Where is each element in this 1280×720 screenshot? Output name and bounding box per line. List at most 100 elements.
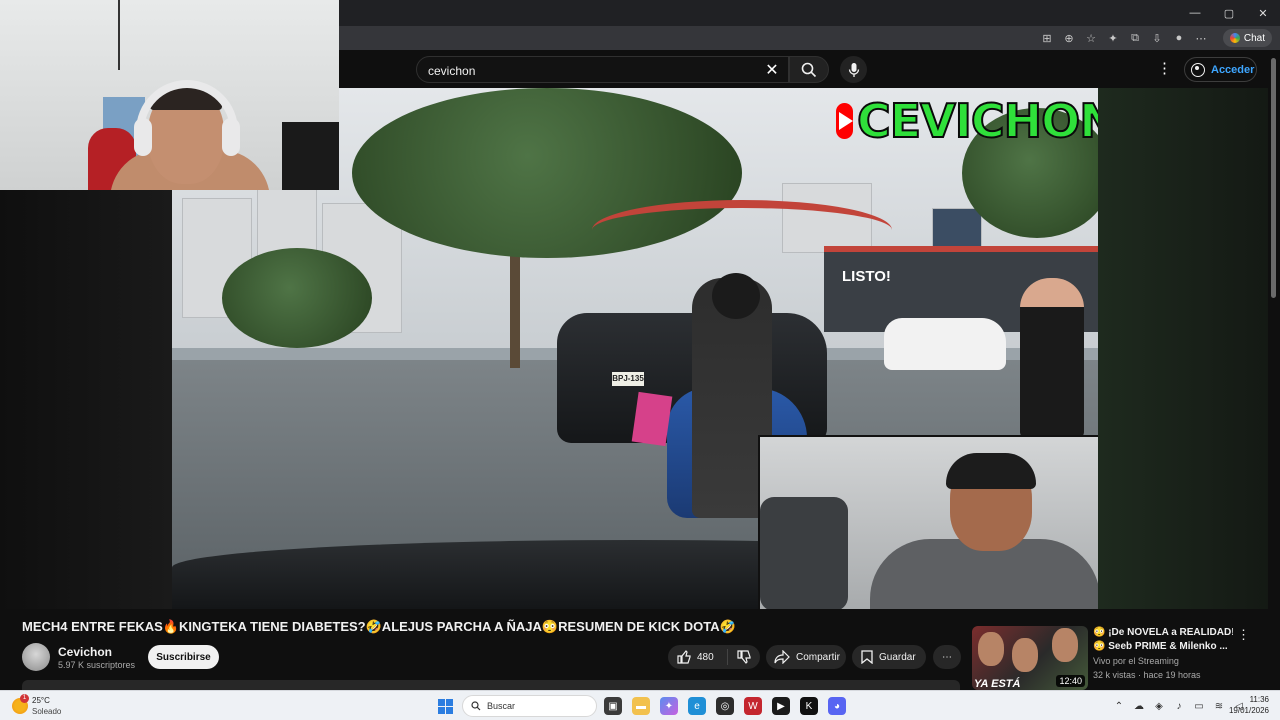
like-dislike-group: 480 [668, 645, 760, 669]
extensions-icon[interactable]: ✦ [1104, 30, 1122, 46]
browser-menu-icon[interactable]: ⋯ [1192, 30, 1210, 46]
recommended-title[interactable]: 😳 ¡De NOVELA a REALIDAD! 😳 Seeb PRIME & … [1093, 626, 1233, 654]
like-count: 480 [697, 651, 714, 663]
subscriber-count: 5.97 K suscriptores [58, 660, 136, 670]
youtube-app-icon[interactable]: ▶ [772, 697, 790, 715]
channel-logo-overlay: CEVICHON [836, 93, 1098, 149]
windows-logo-tile [438, 707, 445, 714]
dislike-button[interactable] [728, 650, 760, 664]
weather-temperature[interactable]: 25°C [32, 696, 50, 705]
wps-office-icon[interactable]: W [744, 697, 762, 715]
kick-app-icon[interactable]: K [800, 697, 818, 715]
discord-icon[interactable]: ◕ [828, 697, 846, 715]
clear-search-icon[interactable]: ✕ [762, 60, 782, 80]
thumbs-down-icon [737, 650, 751, 664]
video-title: MECH4 ENTRE FEKAS🔥KINGTEKA TIENE DIABETE… [22, 619, 736, 634]
channel-avatar[interactable] [22, 643, 50, 671]
thumbnail-face [1012, 638, 1038, 672]
share-button[interactable]: Compartir [766, 645, 846, 669]
left-background [0, 190, 172, 609]
youtube-play-icon [836, 103, 853, 139]
more-actions-button[interactable]: ⋯ [933, 645, 961, 669]
channel-name[interactable]: Cevichon [58, 645, 112, 659]
description-box[interactable] [22, 680, 960, 690]
minimize-button[interactable]: — [1178, 0, 1212, 26]
save-label: Guardar [879, 651, 916, 663]
clock-date[interactable]: 19/01/2026 [1222, 706, 1269, 715]
taskbar-search[interactable]: Buscar [462, 695, 597, 717]
windows-logo-tile [446, 699, 453, 706]
file-explorer-icon[interactable]: ▬ [632, 697, 650, 715]
maximize-button[interactable]: ▢ [1212, 0, 1246, 26]
cloud-icon[interactable]: ☁ [1132, 699, 1146, 713]
video-scene-trunk [510, 238, 520, 368]
profile-avatar-icon[interactable]: ● [1170, 30, 1188, 46]
chat-button[interactable]: Chat [1222, 29, 1272, 47]
start-button[interactable] [438, 699, 453, 714]
task-view-icon[interactable]: ▣ [604, 697, 622, 715]
display-icon[interactable]: ▭ [1192, 699, 1206, 713]
thumbs-up-icon [677, 650, 691, 664]
recommended-menu-icon[interactable]: ⋮ [1237, 627, 1250, 643]
bookmark-star-icon[interactable]: ☆ [1082, 30, 1100, 46]
like-button[interactable]: 480 [668, 649, 728, 665]
translate-icon[interactable]: ⊞ [1038, 30, 1056, 46]
video-scene-tree [222, 248, 372, 348]
search-button[interactable] [789, 56, 829, 83]
streamer-car-cam [758, 435, 1098, 609]
car-cam-cap [946, 453, 1036, 489]
save-button[interactable]: Guardar [852, 645, 926, 669]
taskbar-search-placeholder: Buscar [487, 701, 516, 711]
voice-search-button[interactable] [840, 56, 867, 83]
thumbnail-face [1052, 628, 1078, 662]
headset-earcup-left [134, 118, 152, 156]
store-sign: LISTO! [842, 268, 891, 285]
screen: — ▢ ✕ ⊞ ⊕ ☆ ✦ ⧉ ⇩ ● ⋯ Chat cevichon ✕ ⋮ … [0, 0, 1280, 720]
car-cam-person [870, 453, 1098, 609]
more-horizontal-icon: ⋯ [942, 651, 952, 663]
microphone-icon [848, 62, 859, 77]
chat-label: Chat [1243, 32, 1265, 44]
recommended-thumbnail[interactable]: YA ESTÁ 12:40 [972, 626, 1088, 690]
thumbnail-text: YA ESTÁ [974, 678, 1021, 690]
search-input[interactable]: cevichon ✕ [416, 56, 789, 83]
video-scene-bag [631, 391, 673, 447]
security-icon[interactable]: ◈ [1152, 699, 1166, 713]
overlay-logo-text: CEVICHON [856, 93, 1098, 149]
subscribe-button[interactable]: Suscribirse [148, 645, 219, 669]
search-icon [471, 701, 481, 711]
search-query: cevichon [428, 64, 476, 78]
copilot-app-icon[interactable]: ✦ [660, 697, 678, 715]
xbox-icon[interactable]: ◎ [716, 697, 734, 715]
share-icon [774, 650, 790, 664]
license-plate: BPJ-135 [612, 372, 644, 386]
tray-chevron-icon[interactable]: ⌃ [1112, 699, 1126, 713]
recommended-title-line: 😳 Seeb PRIME & Milenko ... [1093, 641, 1228, 652]
sign-in-button[interactable]: Acceder [1184, 57, 1257, 82]
facecam-speaker [282, 122, 339, 190]
tab-search-icon[interactable]: ⧉ [1126, 30, 1144, 46]
sign-in-label: Acceder [1211, 63, 1255, 76]
page-scrollbar[interactable] [1268, 50, 1280, 690]
right-background [1098, 88, 1270, 609]
edge-browser-icon[interactable]: e [688, 697, 706, 715]
toolbar-icons: ⊞ ⊕ ☆ ✦ ⧉ ⇩ ● ⋯ [1038, 30, 1210, 46]
weather-condition: Soleado [32, 707, 62, 716]
clock-time[interactable]: 11:36 [1237, 695, 1269, 704]
scrollbar-thumb[interactable] [1271, 58, 1276, 298]
video-scene-white-car [884, 318, 1006, 370]
streamer-facecam [0, 0, 339, 190]
video-scene-building [932, 208, 982, 248]
recommended-meta: 32 k vistas · hace 19 horas [1093, 670, 1201, 680]
car-seat [760, 497, 848, 609]
microphone-tray-icon[interactable]: ♪ [1172, 699, 1186, 713]
close-window-button[interactable]: ✕ [1246, 0, 1280, 26]
window-controls: — ▢ ✕ [1178, 0, 1280, 26]
headset-earcup-right [222, 118, 240, 156]
recommended-channel[interactable]: Vivo por el Streaming [1093, 656, 1179, 666]
downloads-icon[interactable]: ⇩ [1148, 30, 1166, 46]
windows-taskbar: 1 25°C Soleado Buscar ▣ ▬ ✦ e ◎ W ▶ K ◕ … [0, 690, 1280, 720]
settings-more-icon[interactable]: ⋮ [1157, 60, 1172, 78]
zoom-icon[interactable]: ⊕ [1060, 30, 1078, 46]
copilot-icon [1229, 33, 1240, 43]
